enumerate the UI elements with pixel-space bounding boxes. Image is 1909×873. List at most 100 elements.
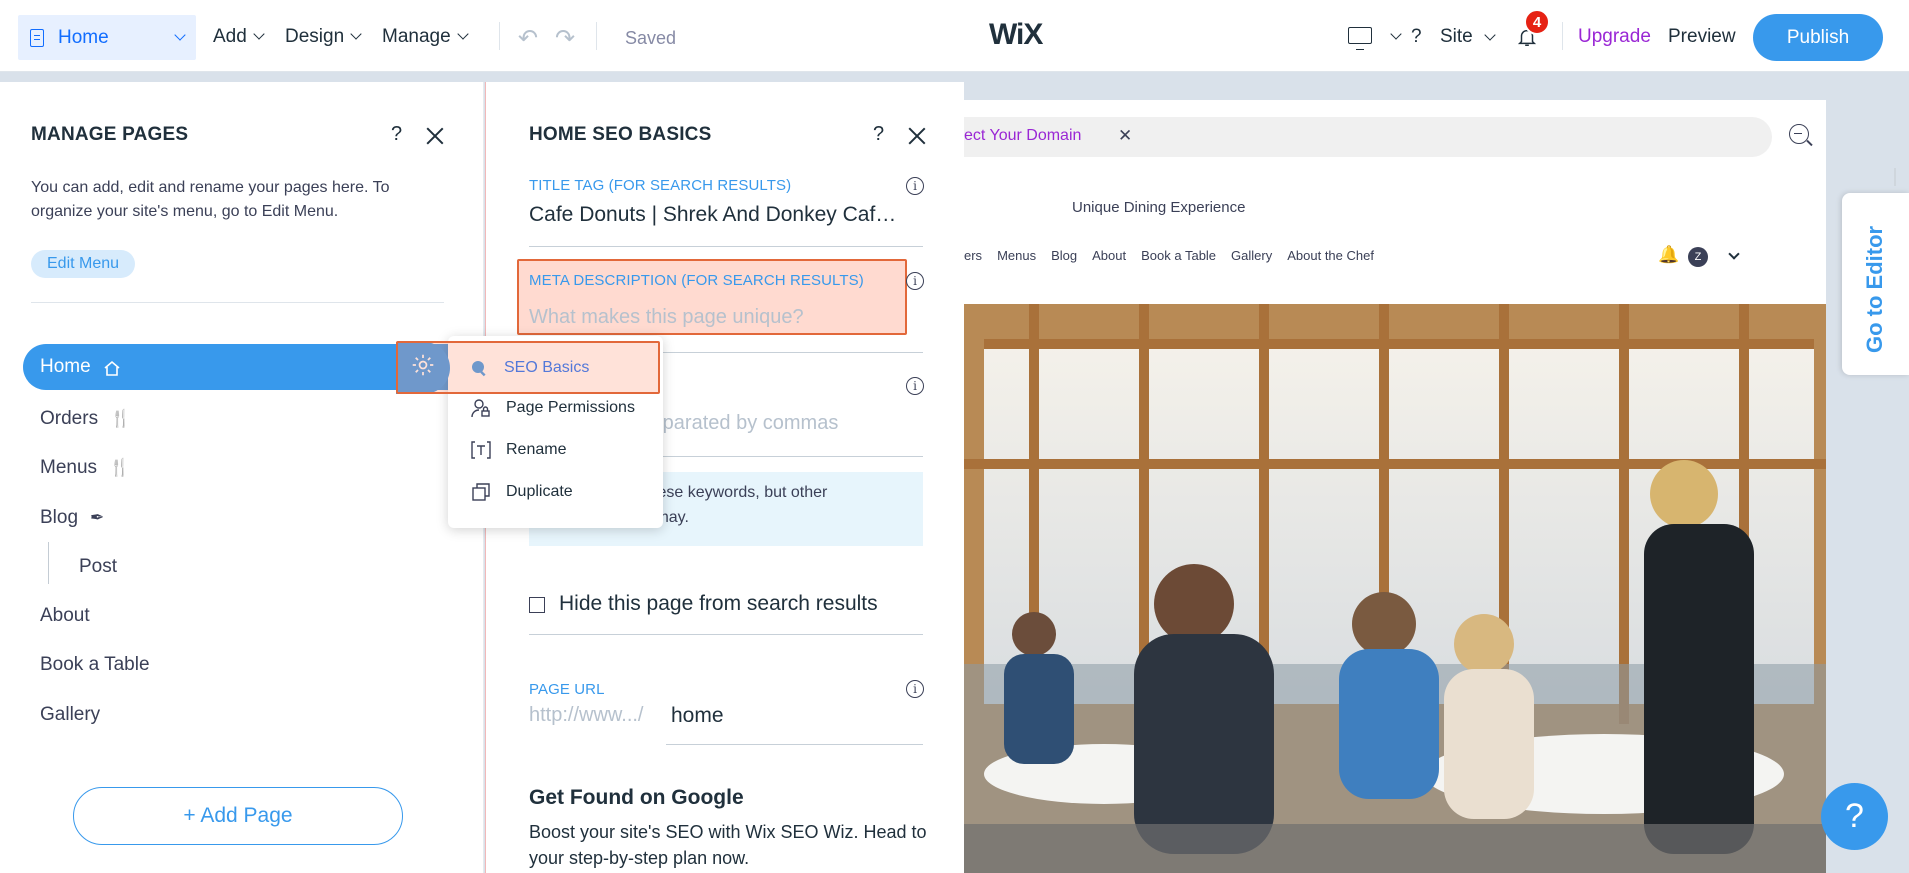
page-item-orders[interactable]: Orders 🍴 bbox=[40, 408, 131, 430]
site-nav-item[interactable]: Book a Table bbox=[1141, 248, 1216, 263]
chevron-down-icon bbox=[253, 28, 265, 40]
menu-item-duplicate[interactable]: Duplicate bbox=[470, 482, 573, 502]
hero-image bbox=[964, 304, 1826, 873]
undo-icon[interactable]: ↶ bbox=[518, 24, 538, 53]
site-bell-icon[interactable]: 🔔 bbox=[1658, 245, 1679, 265]
text-icon bbox=[470, 440, 492, 460]
design-menu[interactable]: Design bbox=[285, 26, 362, 48]
divider bbox=[596, 22, 597, 50]
site-preview[interactable]: ect Your Domain ✕ Unique Dining Experien… bbox=[964, 100, 1826, 873]
site-nav-item[interactable]: Blog bbox=[1051, 248, 1077, 263]
manage-menu[interactable]: Manage bbox=[382, 26, 469, 48]
help-icon[interactable]: ? bbox=[391, 123, 402, 146]
page-item-label: Orders bbox=[40, 408, 99, 429]
divider bbox=[666, 744, 923, 745]
hide-page-label[interactable]: Hide this page from search results bbox=[559, 592, 878, 616]
chevron-down-icon[interactable] bbox=[1722, 248, 1740, 266]
info-icon[interactable]: i bbox=[906, 377, 924, 395]
divider bbox=[499, 22, 500, 50]
page-item-book-a-table[interactable]: Book a Table bbox=[40, 654, 150, 676]
panel-title: HOME SEO BASICS bbox=[529, 124, 712, 145]
add-menu[interactable]: Add bbox=[213, 26, 265, 48]
info-icon[interactable]: i bbox=[906, 680, 924, 698]
redo-icon[interactable]: ↷ bbox=[555, 24, 575, 53]
site-nav-item[interactable]: About the Chef bbox=[1287, 248, 1374, 263]
design-menu-label: Design bbox=[285, 26, 345, 47]
page-item-about[interactable]: About bbox=[40, 605, 90, 627]
restaurant-photo bbox=[964, 304, 1826, 873]
notifications-badge: 4 bbox=[1524, 9, 1550, 35]
device-switch-chevron[interactable] bbox=[1384, 28, 1402, 46]
page-item-label: Book a Table bbox=[40, 654, 150, 675]
upgrade-link[interactable]: Upgrade bbox=[1578, 26, 1651, 48]
page-item-label: Gallery bbox=[40, 704, 101, 725]
desktop-icon[interactable] bbox=[1348, 27, 1372, 50]
go-to-editor-label: Go to Editor bbox=[1862, 225, 1887, 353]
saved-status: Saved bbox=[625, 28, 677, 48]
page-item-home[interactable]: Home bbox=[23, 344, 453, 390]
chevron-down-icon bbox=[1390, 28, 1402, 40]
menu-item-rename[interactable]: Rename bbox=[470, 440, 566, 460]
subpage-indent-line bbox=[48, 542, 49, 584]
site-nav-item[interactable]: About bbox=[1092, 248, 1126, 263]
chevron-down-icon bbox=[1484, 29, 1496, 41]
close-icon[interactable] bbox=[908, 127, 926, 145]
seo-wiz-description: Boost your site's SEO with Wix SEO Wiz. … bbox=[529, 822, 927, 868]
divider bbox=[31, 302, 444, 303]
url-prefix: http://www.../ bbox=[529, 704, 644, 726]
site-nav-item[interactable]: Gallery bbox=[1231, 248, 1272, 263]
page-url-label: PAGE URL bbox=[529, 681, 605, 698]
page-selector-label: Home bbox=[58, 26, 109, 48]
preview-button[interactable]: Preview bbox=[1668, 26, 1736, 48]
wix-logo: WiX bbox=[989, 18, 1043, 51]
title-tag-input[interactable]: Cafe Donuts | Shrek And Donkey Caf… bbox=[529, 203, 923, 227]
chevron-down-icon bbox=[174, 28, 186, 41]
manage-pages-panel: MANAGE PAGES ? You can add, edit and ren… bbox=[0, 82, 484, 873]
site-menu-label: Site bbox=[1440, 26, 1473, 47]
close-icon[interactable] bbox=[426, 127, 444, 145]
zoom-out-icon[interactable] bbox=[1789, 124, 1809, 144]
seo-wiz-title: Get Found on Google bbox=[529, 786, 744, 809]
site-tagline: Unique Dining Experience bbox=[1072, 199, 1246, 216]
meta-description-label: META DESCRIPTION (FOR SEARCH RESULTS) bbox=[529, 272, 864, 289]
go-to-editor-tab[interactable]: Go to Editor bbox=[1842, 193, 1909, 375]
site-menu[interactable]: Site bbox=[1440, 26, 1496, 48]
info-icon[interactable]: i bbox=[906, 272, 924, 290]
publish-button[interactable]: Publish bbox=[1753, 14, 1883, 61]
site-nav: ers Menus Blog About Book a Table Galler… bbox=[964, 248, 1389, 263]
add-page-button[interactable]: + Add Page bbox=[73, 787, 403, 845]
scrollbar[interactable] bbox=[1894, 168, 1904, 186]
chevron-down-icon bbox=[457, 28, 469, 40]
info-icon[interactable]: i bbox=[906, 177, 924, 195]
user-lock-icon bbox=[470, 398, 492, 418]
page-item-menus[interactable]: Menus 🍴 bbox=[40, 457, 130, 479]
site-nav-item[interactable]: ers bbox=[964, 248, 982, 263]
meta-description-input[interactable]: What makes this page unique? bbox=[529, 306, 804, 329]
chevron-down-icon bbox=[1728, 248, 1740, 260]
seo-basics-highlight bbox=[396, 341, 660, 394]
edit-menu-button[interactable]: Edit Menu bbox=[31, 250, 136, 278]
menu-item-label: Duplicate bbox=[506, 483, 573, 500]
page-item-label: About bbox=[40, 605, 90, 626]
page-item-post[interactable]: Post bbox=[79, 556, 117, 578]
site-nav-item[interactable]: Menus bbox=[997, 248, 1036, 263]
page-selector[interactable]: Home bbox=[18, 15, 196, 60]
page-url-input[interactable]: home bbox=[671, 704, 724, 728]
menu-item-page-permissions[interactable]: Page Permissions bbox=[470, 398, 635, 418]
hide-page-checkbox[interactable] bbox=[529, 597, 545, 613]
page-item-label: Blog bbox=[40, 507, 79, 528]
help-button[interactable]: ? bbox=[1411, 26, 1422, 48]
divider bbox=[1562, 22, 1563, 50]
page-item-gallery[interactable]: Gallery bbox=[40, 704, 100, 726]
avatar[interactable]: Z bbox=[1688, 247, 1708, 267]
divider bbox=[529, 246, 923, 247]
close-icon[interactable]: ✕ bbox=[1118, 126, 1132, 146]
menu-item-label: Rename bbox=[506, 441, 567, 458]
connect-domain-link[interactable]: ect Your Domain bbox=[964, 127, 1081, 145]
help-icon[interactable]: ? bbox=[873, 123, 884, 146]
page-item-label: Post bbox=[79, 556, 118, 577]
house-icon bbox=[103, 360, 120, 376]
page-item-blog[interactable]: Blog ✒ bbox=[40, 507, 104, 529]
help-floating-button[interactable]: ? bbox=[1821, 783, 1888, 850]
manage-menu-label: Manage bbox=[382, 26, 451, 47]
